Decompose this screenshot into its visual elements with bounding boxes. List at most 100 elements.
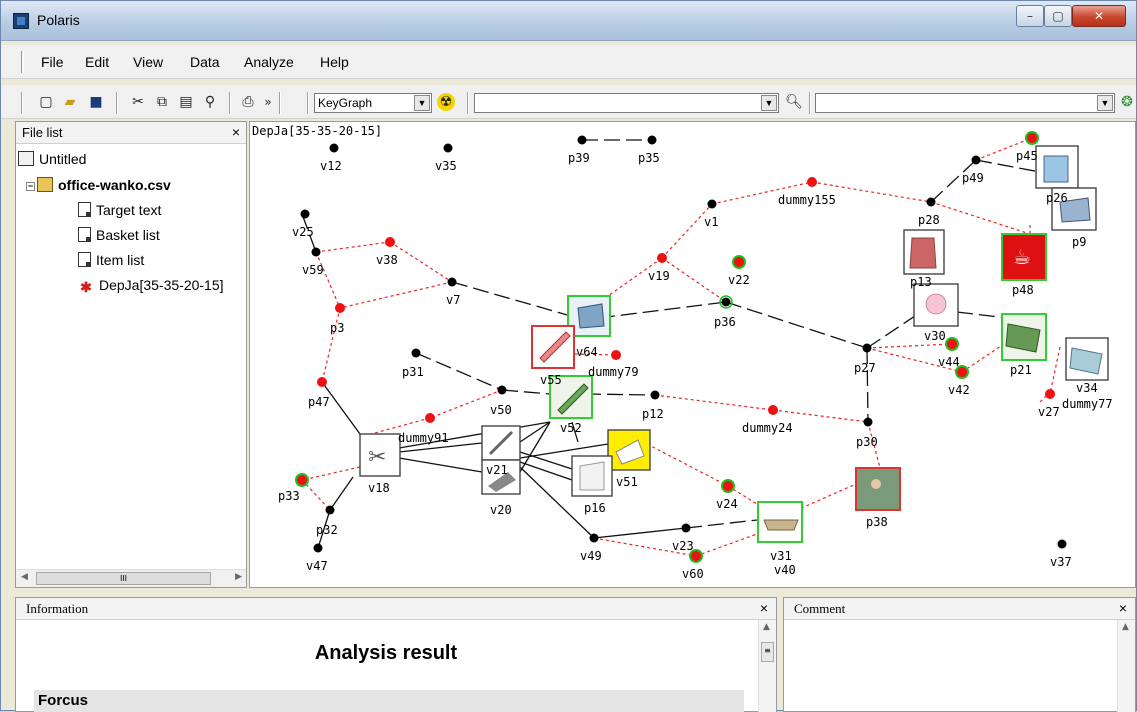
node-p28[interactable] <box>926 197 936 207</box>
node-p30[interactable] <box>863 417 873 427</box>
menu-edit[interactable]: Edit <box>85 54 109 70</box>
comment-vertical-scrollbar[interactable]: ▲ <box>1117 620 1135 712</box>
node-p32[interactable] <box>325 505 335 515</box>
chevron-down-icon[interactable]: ▼ <box>1097 95 1113 111</box>
scroll-thumb[interactable]: III <box>36 572 211 585</box>
settings-icon[interactable]: ❂ <box>1118 93 1136 111</box>
image-node-p38[interactable] <box>855 467 901 511</box>
node-p36[interactable] <box>721 297 731 307</box>
menu-file[interactable]: File <box>41 54 64 70</box>
node-v37[interactable] <box>1057 539 1067 549</box>
search-combo[interactable]: ▼ <box>815 93 1115 113</box>
save-icon[interactable]: ■ <box>87 93 105 111</box>
node-p31[interactable] <box>411 348 421 358</box>
node-dummy24[interactable] <box>768 405 778 415</box>
node-v22[interactable] <box>732 255 746 269</box>
minimize-button[interactable]: – <box>1016 5 1044 27</box>
scroll-left-icon[interactable]: ◀ <box>21 572 28 582</box>
node-v7[interactable] <box>447 277 457 287</box>
comment-panel[interactable]: Comment × ▲ <box>783 597 1136 712</box>
scroll-up-icon[interactable]: ▲ <box>1122 622 1129 632</box>
node-v47[interactable] <box>313 543 323 553</box>
menu-help[interactable]: Help <box>320 54 349 70</box>
image-node-v55[interactable] <box>531 325 575 369</box>
scroll-right-icon[interactable]: ▶ <box>235 572 242 582</box>
new-icon[interactable]: ▢ <box>37 93 55 111</box>
node-p12[interactable] <box>650 390 660 400</box>
tree-item-item-list[interactable]: Item list <box>78 249 144 271</box>
menu-data[interactable]: Data <box>190 54 220 70</box>
menu-view[interactable]: View <box>133 54 163 70</box>
toolbar-grip[interactable] <box>21 92 23 114</box>
tree-item-basket-list[interactable]: Basket list <box>78 224 160 246</box>
node-v59[interactable] <box>311 247 321 257</box>
node-p33[interactable] <box>295 473 309 487</box>
node-v25[interactable] <box>300 209 310 219</box>
node-v50[interactable] <box>497 385 507 395</box>
node-p3[interactable] <box>335 303 345 313</box>
chevron-down-icon[interactable]: ▼ <box>761 95 777 111</box>
copy-icon[interactable]: ⧉ <box>153 93 171 111</box>
node-p35[interactable] <box>647 135 657 145</box>
tree-item-graph[interactable]: ✱ DepJa[35-35-20-15] <box>78 274 223 296</box>
maximize-button[interactable]: ▢ <box>1044 5 1072 27</box>
close-window-button[interactable]: ✕ <box>1072 5 1126 27</box>
menu-analyze[interactable]: Analyze <box>244 54 294 70</box>
image-node-v21[interactable] <box>481 425 521 461</box>
node-p27[interactable] <box>862 343 872 353</box>
image-node-p48[interactable]: ☕ <box>1001 233 1047 281</box>
cut-icon[interactable]: ✂ <box>129 93 147 111</box>
menubar-grip[interactable] <box>21 51 24 73</box>
image-node-p26[interactable] <box>1035 145 1079 189</box>
node-dummy77[interactable] <box>1045 389 1055 399</box>
node-p39[interactable] <box>577 135 587 145</box>
more-icon[interactable]: » <box>259 93 277 111</box>
graph-canvas[interactable]: DepJa[35-35-20-15] ✂ ☕ v12 v35 p39 p35 p… <box>249 121 1136 588</box>
image-node-p21[interactable] <box>1001 313 1047 361</box>
image-node-v51[interactable] <box>607 429 651 471</box>
image-node-v18[interactable]: ✂ <box>359 433 401 477</box>
find-icon[interactable]: ⚲ <box>201 93 219 111</box>
node-v44[interactable] <box>945 337 959 351</box>
node-p49[interactable] <box>971 155 981 165</box>
image-node-v34[interactable] <box>1065 337 1109 381</box>
node-v24[interactable] <box>721 479 735 493</box>
node-v49[interactable] <box>589 533 599 543</box>
run-icon[interactable]: ☢ <box>437 93 455 111</box>
node-v38[interactable] <box>385 237 395 247</box>
node-v1[interactable] <box>707 199 717 209</box>
algorithm-select[interactable]: KeyGraph ▼ <box>314 93 432 113</box>
open-icon[interactable]: ▰ <box>61 93 79 111</box>
text-combo[interactable]: ▼ <box>474 93 779 113</box>
horizontal-scrollbar[interactable]: ◀ III ▶ <box>16 569 246 587</box>
image-node-p16[interactable] <box>571 455 613 497</box>
info-vertical-scrollbar[interactable]: ▲ ≡ <box>758 620 776 712</box>
paste-icon[interactable]: ▤ <box>177 93 195 111</box>
information-close-button[interactable]: × <box>760 598 768 619</box>
node-v35[interactable] <box>443 143 453 153</box>
node-dummy91[interactable] <box>425 413 435 423</box>
tree-item-untitled[interactable]: Untitled <box>18 148 86 170</box>
print-icon[interactable]: ⎙ <box>239 93 257 111</box>
node-label: p21 <box>1010 363 1032 377</box>
collapse-icon[interactable]: − <box>26 182 35 191</box>
node-v12[interactable] <box>329 143 339 153</box>
image-node-p13[interactable] <box>903 229 945 275</box>
file-list-close-button[interactable]: × <box>232 122 240 143</box>
preview-icon[interactable]: 🔍︎ <box>785 93 803 111</box>
node-dummy79[interactable] <box>611 350 621 360</box>
keygraph-svg[interactable]: ✂ ☕ v12 v35 p39 p35 p45 p49 p26 p28 p9 d… <box>250 122 1137 589</box>
node-v23[interactable] <box>681 523 691 533</box>
node-p47[interactable] <box>317 377 327 387</box>
scroll-up-icon[interactable]: ▲ <box>763 622 770 632</box>
node-dummy155[interactable] <box>807 177 817 187</box>
tree-item-csv-file[interactable]: − office-wanko.csv <box>26 174 171 196</box>
scroll-thumb[interactable]: ≡ <box>761 642 774 662</box>
comment-close-button[interactable]: × <box>1119 598 1127 619</box>
image-node-v31[interactable] <box>757 501 803 543</box>
tree-item-target-text[interactable]: Target text <box>78 199 161 221</box>
chevron-down-icon[interactable]: ▼ <box>414 95 430 111</box>
node-v19[interactable] <box>657 253 667 263</box>
node-p45[interactable] <box>1025 131 1039 145</box>
image-node-v30[interactable] <box>913 283 959 327</box>
